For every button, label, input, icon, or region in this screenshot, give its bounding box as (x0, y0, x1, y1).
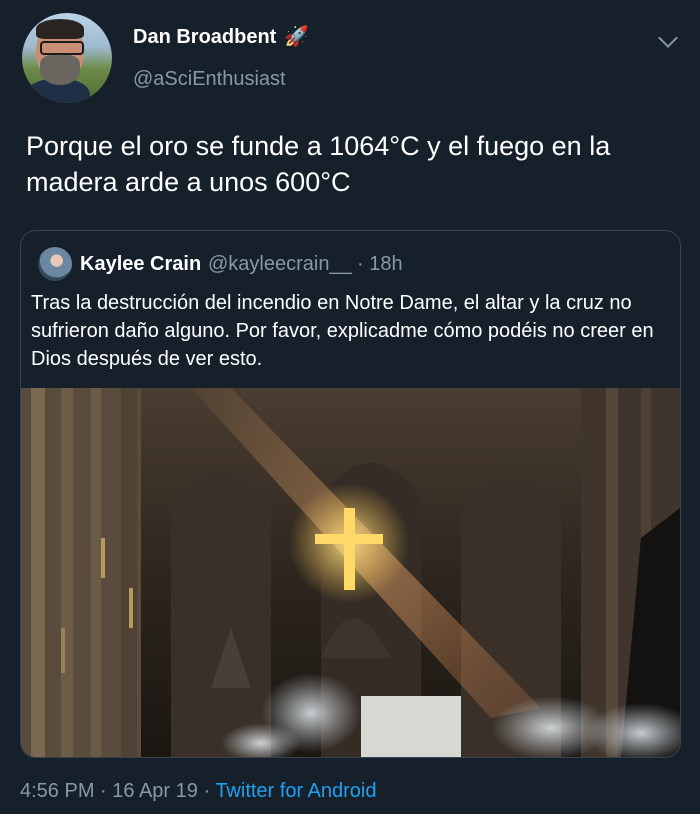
quoted-tweet-text: Tras la destrucción del incendio en Notr… (31, 292, 654, 370)
quoted-avatar[interactable] (38, 247, 72, 281)
tweet-text: Porque el oro se funde a 1064°C y el fue… (26, 131, 611, 197)
avatar-glasses (40, 41, 84, 55)
tweet-date[interactable]: 16 Apr 19 (112, 780, 198, 802)
quoted-tweet[interactable]: Kaylee Crain @kayleecrain__ · 18h Tras l… (20, 230, 681, 758)
tweet-time[interactable]: 4:56 PM (20, 780, 94, 802)
author-avatar[interactable] (22, 13, 112, 103)
notre-dame-photo[interactable] (21, 388, 680, 757)
tweet-footer: 4:56 PM · 16 Apr 19 · Twitter for Androi… (20, 780, 377, 803)
author-handle[interactable]: @aSciEnthusiast (133, 68, 286, 91)
quoted-author-handle[interactable]: @kayleecrain__ (208, 253, 352, 276)
author-name[interactable]: Dan Broadbent (133, 26, 276, 49)
footer-separator: · (94, 780, 113, 802)
tweet-source-link[interactable]: Twitter for Android (215, 780, 376, 802)
quoted-timestamp[interactable]: · 18h (357, 253, 403, 276)
footer-separator: · (197, 780, 216, 802)
quoted-author-name[interactable]: Kaylee Crain (80, 253, 201, 276)
avatar-beard (40, 55, 80, 85)
rocket-emoji-icon: 🚀 (284, 26, 309, 48)
chevron-down-icon[interactable] (658, 28, 678, 48)
avatar-hair (36, 19, 84, 39)
cathedral-interior-image (21, 388, 680, 757)
